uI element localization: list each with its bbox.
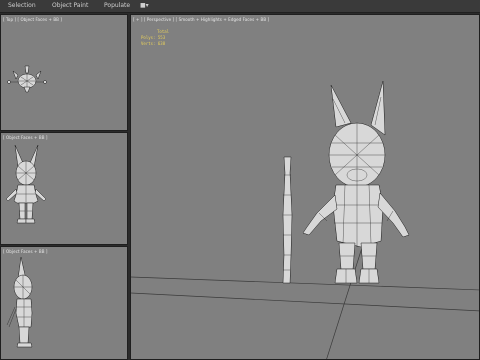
viewport-perspective[interactable]: [ + ] [ Perspective ] [ Smooth + Highlig… bbox=[130, 14, 480, 360]
menu-selection[interactable]: Selection bbox=[8, 1, 36, 11]
viewport-front[interactable]: [ Object Faces + BB ] bbox=[0, 132, 128, 245]
flag-icon[interactable]: ■▾ bbox=[140, 2, 149, 9]
character-side-view bbox=[6, 256, 33, 348]
ground-grid bbox=[131, 234, 479, 359]
menu-object-paint[interactable]: Object Paint bbox=[52, 1, 88, 11]
character-top-view bbox=[7, 65, 47, 93]
viewport-left[interactable]: [ Object Faces + BB ] bbox=[0, 246, 128, 360]
viewport-left-canvas bbox=[6, 256, 33, 348]
viewport-top-canvas bbox=[7, 65, 47, 93]
viewport-front-canvas bbox=[5, 144, 47, 224]
viewport-top[interactable]: [ Top ] [ Object Faces + BB ] bbox=[0, 14, 128, 131]
menu-populate[interactable]: Populate bbox=[104, 1, 130, 11]
menu-bar: Selection Object Paint Populate ■▾ bbox=[0, 0, 480, 13]
character-front-view bbox=[5, 144, 47, 224]
staff-model bbox=[282, 156, 293, 284]
viewport-perspective-canvas bbox=[131, 80, 479, 359]
character-perspective-view bbox=[302, 80, 410, 284]
